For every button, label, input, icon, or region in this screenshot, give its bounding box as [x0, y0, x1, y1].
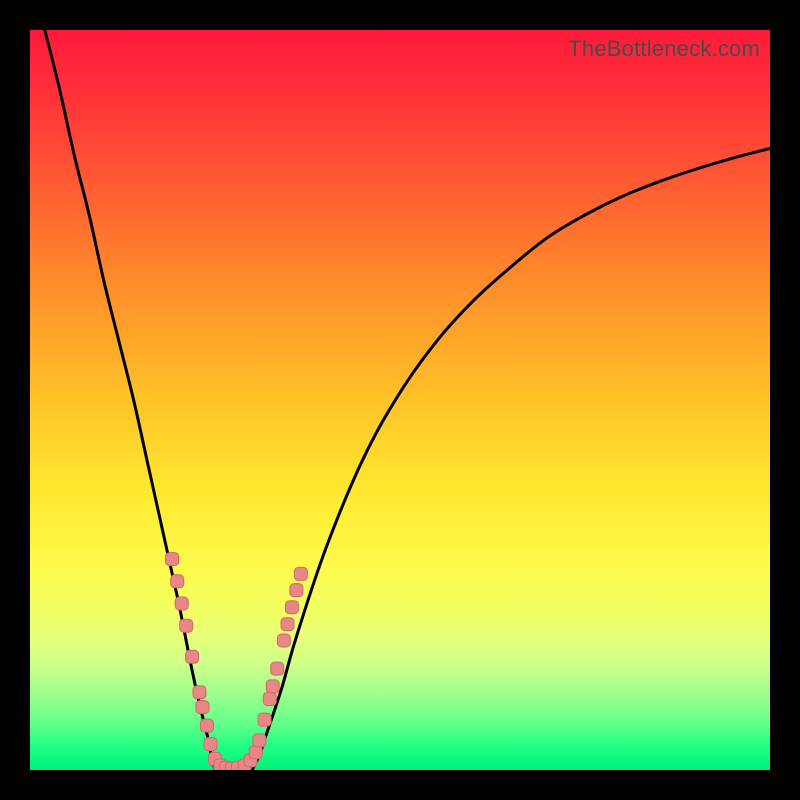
- data-marker: [290, 584, 303, 597]
- data-marker: [258, 713, 271, 726]
- data-marker: [166, 553, 179, 566]
- data-marker: [204, 738, 217, 751]
- data-marker: [253, 734, 266, 747]
- data-marker: [196, 701, 209, 714]
- data-marker: [193, 686, 206, 699]
- chart-frame: TheBottleneck.com: [0, 0, 800, 800]
- data-marker: [200, 719, 213, 732]
- plot-area: TheBottleneck.com: [30, 30, 770, 770]
- data-marker: [277, 634, 290, 647]
- data-marker: [281, 618, 294, 631]
- curve-group: [45, 30, 770, 770]
- data-marker: [180, 619, 193, 632]
- marker-group: [166, 553, 308, 770]
- data-marker: [249, 746, 262, 759]
- data-marker: [186, 650, 199, 663]
- data-marker: [171, 575, 184, 588]
- data-marker: [271, 662, 284, 675]
- watermark-text: TheBottleneck.com: [568, 36, 760, 62]
- bottleneck-curve-layer: [30, 30, 770, 770]
- data-marker: [175, 597, 188, 610]
- data-marker: [263, 692, 276, 705]
- data-marker: [285, 601, 298, 614]
- data-marker: [294, 567, 307, 580]
- data-marker: [266, 680, 279, 693]
- bottleneck-curve: [45, 30, 770, 770]
